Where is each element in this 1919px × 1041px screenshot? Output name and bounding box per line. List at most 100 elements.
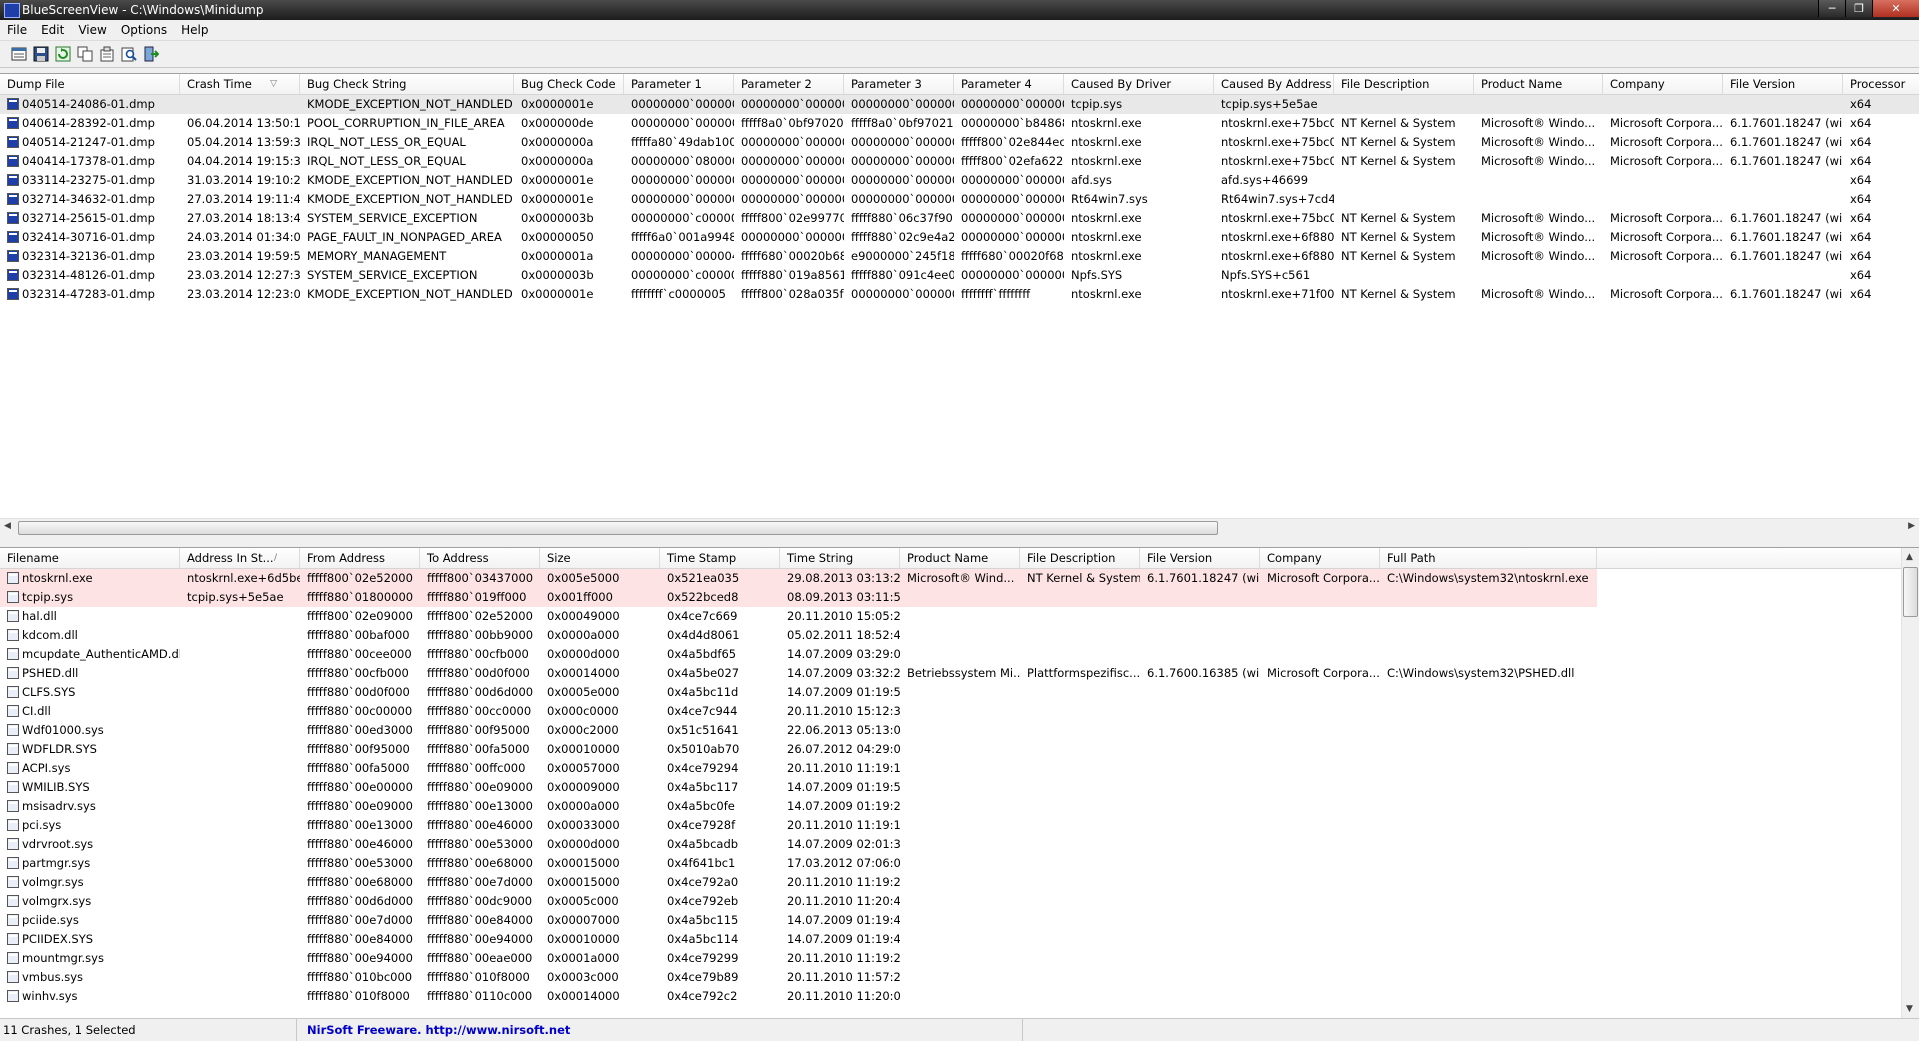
module-row[interactable]: PCIIDEX.SYS fffff880`00e84000 fffff880`00e… bbox=[0, 930, 1919, 949]
crash-row[interactable]: 032314-48126-01.dmp 23.03.2014 12:27:32 SY… bbox=[0, 266, 1919, 285]
module-list-vscrollbar[interactable]: ▲ ▼ bbox=[1901, 548, 1919, 1018]
crash-row[interactable]: 032714-34632-01.dmp 27.03.2014 19:11:45 KM… bbox=[0, 190, 1919, 209]
col-header-parameter-2[interactable]: Parameter 2 bbox=[734, 74, 844, 94]
module-row[interactable]: WMILIB.SYS fffff880`00e00000 fffff880`00e0… bbox=[0, 778, 1919, 797]
crash-list-hscrollbar[interactable]: ◀ ▶ bbox=[0, 518, 1919, 536]
cell-to-address: fffff880`0110c000 bbox=[427, 989, 533, 1003]
module-row[interactable]: pciide.sys fffff880`00e7d000 fffff880`00e8… bbox=[0, 911, 1919, 930]
crash-row[interactable]: 040614-28392-01.dmp 06.04.2014 13:50:12 PO… bbox=[0, 114, 1919, 133]
module-row[interactable]: hal.dll fffff800`02e09000 fffff800`02e5200… bbox=[0, 607, 1919, 626]
module-row[interactable]: mountmgr.sys fffff880`00e94000 fffff880`00… bbox=[0, 949, 1919, 968]
save-button[interactable] bbox=[32, 45, 50, 63]
crash-row[interactable]: 033114-23275-01.dmp 31.03.2014 19:10:27 KM… bbox=[0, 171, 1919, 190]
module-list-vscroll-thumb[interactable] bbox=[1903, 567, 1918, 617]
module-row[interactable]: PSHED.dll fffff880`00cfb000 fffff880`00d0f… bbox=[0, 664, 1919, 683]
menu-file[interactable]: File bbox=[0, 20, 34, 40]
copy-button[interactable] bbox=[76, 45, 94, 63]
col-header-company[interactable]: Company bbox=[1260, 548, 1380, 568]
menu-options[interactable]: Options bbox=[114, 20, 174, 40]
cell-dump-file: 032314-48126-01.dmp bbox=[22, 268, 155, 282]
module-row[interactable]: tcpip.sys tcpip.sys+5e5ae fffff880`0180000… bbox=[0, 588, 1919, 607]
crash-row[interactable]: 040414-17378-01.dmp 04.04.2014 19:15:35 IR… bbox=[0, 152, 1919, 171]
cell-filename: tcpip.sys bbox=[22, 590, 74, 604]
module-row[interactable]: ntoskrnl.exe ntoskrnl.exe+6d5be fffff800`0… bbox=[0, 569, 1919, 588]
col-header-company[interactable]: Company bbox=[1603, 74, 1723, 94]
module-row[interactable]: volmgrx.sys fffff880`00d6d000 fffff880`00d… bbox=[0, 892, 1919, 911]
module-row[interactable]: CLFS.SYS fffff880`00d0f000 fffff880`00d6d0… bbox=[0, 683, 1919, 702]
module-row[interactable]: Wdf01000.sys fffff880`00ed3000 fffff880`00… bbox=[0, 721, 1919, 740]
col-header-parameter-3[interactable]: Parameter 3 bbox=[844, 74, 954, 94]
module-row[interactable]: kdcom.dll fffff880`00baf000 fffff880`00bb9… bbox=[0, 626, 1919, 645]
module-row[interactable]: partmgr.sys fffff880`00e53000 fffff880`00e… bbox=[0, 854, 1919, 873]
module-row[interactable]: vmbus.sys fffff880`010bc000 fffff880`010f8… bbox=[0, 968, 1919, 987]
col-header-full-path[interactable]: Full Path bbox=[1380, 548, 1597, 568]
cell-caused-by-address: tcpip.sys+5e5ae bbox=[1221, 97, 1318, 111]
col-header-label: Dump File bbox=[7, 77, 65, 91]
find-icon bbox=[121, 47, 137, 62]
cell-product-name: Microsoft® Windo... bbox=[1481, 287, 1596, 301]
cell-parameter-2: 00000000`000000... bbox=[741, 154, 844, 168]
module-row[interactable]: CI.dll fffff880`00c00000 fffff880`00cc0000… bbox=[0, 702, 1919, 721]
crash-row[interactable]: 040514-24086-01.dmp KMODE_EXCEPTION_NOT_H… bbox=[0, 95, 1919, 114]
scroll-down-arrow-icon[interactable]: ▼ bbox=[1906, 1004, 1913, 1014]
col-header-caused-by-address[interactable]: Caused By Address bbox=[1214, 74, 1334, 94]
col-header-processor[interactable]: Processor bbox=[1843, 74, 1919, 94]
col-header-file-description[interactable]: File Description bbox=[1334, 74, 1474, 94]
properties-button[interactable] bbox=[98, 45, 116, 63]
scroll-right-arrow-icon[interactable]: ▶ bbox=[1908, 521, 1915, 531]
cell-address-in-stack bbox=[180, 759, 300, 778]
module-row[interactable]: ACPI.sys fffff880`00fa5000 fffff880`00ffc0… bbox=[0, 759, 1919, 778]
col-header-file-description[interactable]: File Description bbox=[1020, 548, 1140, 568]
col-header-file-version[interactable]: File Version bbox=[1723, 74, 1843, 94]
scroll-left-arrow-icon[interactable]: ◀ bbox=[4, 521, 11, 531]
maximize-button[interactable]: ❐ bbox=[1845, 0, 1872, 17]
col-header-address-in-stack[interactable]: Address In St... / bbox=[180, 548, 300, 568]
cell-from-address: fffff880`00ed3000 bbox=[307, 723, 413, 737]
crash-row[interactable]: 032314-32136-01.dmp 23.03.2014 19:59:53 ME… bbox=[0, 247, 1919, 266]
cell-full-path bbox=[1380, 911, 1597, 930]
module-row[interactable]: WDFLDR.SYS fffff880`00f95000 fffff880`00fa… bbox=[0, 740, 1919, 759]
find-button[interactable] bbox=[120, 45, 138, 63]
col-header-bug-check-code[interactable]: Bug Check Code bbox=[514, 74, 624, 94]
col-header-crash-time[interactable]: Crash Time ▽ bbox=[180, 74, 300, 94]
crash-row[interactable]: 032714-25615-01.dmp 27.03.2014 18:13:48 SY… bbox=[0, 209, 1919, 228]
refresh-button[interactable] bbox=[54, 45, 72, 63]
crash-row[interactable]: 040514-21247-01.dmp 05.04.2014 13:59:35 IR… bbox=[0, 133, 1919, 152]
menu-view[interactable]: View bbox=[71, 20, 113, 40]
module-row[interactable]: pci.sys fffff880`00e13000 fffff880`00e4600… bbox=[0, 816, 1919, 835]
col-header-to-address[interactable]: To Address bbox=[420, 548, 540, 568]
crash-list-hscroll-thumb[interactable] bbox=[18, 521, 1218, 535]
col-header-file-version[interactable]: File Version bbox=[1140, 548, 1260, 568]
module-row[interactable]: mcupdate_AuthenticAMD.dll fffff880`00cee0… bbox=[0, 645, 1919, 664]
nirsoft-link[interactable]: NirSoft Freeware. http://www.nirsoft.net bbox=[307, 1023, 570, 1037]
exit-button[interactable] bbox=[142, 45, 160, 63]
crash-row[interactable]: 032414-30716-01.dmp 24.03.2014 01:34:04 PA… bbox=[0, 228, 1919, 247]
col-header-filename[interactable]: Filename bbox=[0, 548, 180, 568]
scroll-up-arrow-icon[interactable]: ▲ bbox=[1906, 552, 1913, 562]
menu-edit[interactable]: Edit bbox=[34, 20, 71, 40]
col-header-time-stamp[interactable]: Time Stamp bbox=[660, 548, 780, 568]
cell-processor: x64 bbox=[1850, 97, 1872, 111]
cell-product-name bbox=[1474, 190, 1603, 209]
col-header-time-string[interactable]: Time String bbox=[780, 548, 900, 568]
module-row[interactable]: winhv.sys fffff880`010f8000 fffff880`0110c… bbox=[0, 987, 1919, 1006]
menu-help[interactable]: Help bbox=[174, 20, 215, 40]
col-header-from-address[interactable]: From Address bbox=[300, 548, 420, 568]
col-header-bug-check-string[interactable]: Bug Check String bbox=[300, 74, 514, 94]
col-header-product-name[interactable]: Product Name bbox=[1474, 74, 1603, 94]
minimize-button[interactable]: ─ bbox=[1818, 0, 1845, 17]
col-header-parameter-4[interactable]: Parameter 4 bbox=[954, 74, 1064, 94]
col-header-parameter-1[interactable]: Parameter 1 bbox=[624, 74, 734, 94]
close-button[interactable]: ✕ bbox=[1872, 0, 1919, 17]
col-header-size[interactable]: Size bbox=[540, 548, 660, 568]
module-row[interactable]: vdrvroot.sys fffff880`00e46000 fffff880`00… bbox=[0, 835, 1919, 854]
module-row[interactable]: msisadrv.sys fffff880`00e09000 fffff880`00… bbox=[0, 797, 1919, 816]
col-header-dump-file[interactable]: Dump File bbox=[0, 74, 180, 94]
save-selected-button[interactable] bbox=[10, 45, 28, 63]
module-row[interactable]: volmgr.sys fffff880`00e68000 fffff880`00e7… bbox=[0, 873, 1919, 892]
col-header-product-name[interactable]: Product Name bbox=[900, 548, 1020, 568]
cell-processor: x64 bbox=[1850, 135, 1872, 149]
cell-filename: WMILIB.SYS bbox=[22, 780, 90, 794]
crash-row[interactable]: 032314-47283-01.dmp 23.03.2014 12:23:01 KM… bbox=[0, 285, 1919, 304]
col-header-caused-by-driver[interactable]: Caused By Driver bbox=[1064, 74, 1214, 94]
